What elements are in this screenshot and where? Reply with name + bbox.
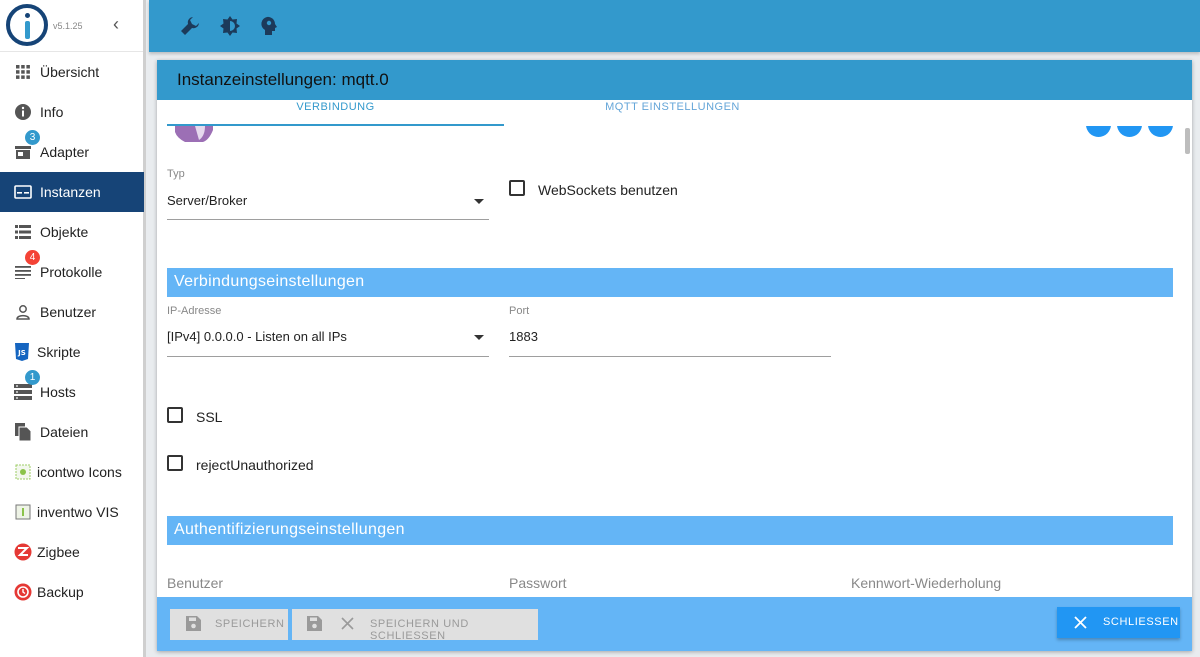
sidebar-item-adapter[interactable]: 3 Adapter: [0, 130, 144, 172]
sidebar-item-label: Info: [40, 104, 64, 120]
ssl-checkbox[interactable]: [167, 407, 183, 423]
dropdown-arrow-icon: [474, 335, 484, 340]
scrollbar-thumb[interactable]: [1185, 128, 1190, 154]
backup-icon: [14, 583, 32, 601]
javascript-icon: JS: [13, 343, 31, 361]
auth-section-header: Authentifizierungseinstellungen: [167, 516, 1173, 545]
sidebar-item-label: Skripte: [37, 344, 81, 360]
dialog-title: Instanzeinstellungen: mqtt.0: [157, 60, 1192, 100]
sidebar-item-label: Hosts: [40, 384, 76, 400]
sidebar-item-label: Backup: [37, 584, 84, 600]
sidebar-item-backup[interactable]: Backup: [0, 572, 144, 612]
close-button[interactable]: SCHLIESSEN: [1057, 607, 1180, 638]
sidebar-item-skripte[interactable]: JS Skripte: [0, 332, 144, 372]
save-icon: [186, 616, 201, 634]
expert-mode-icon[interactable]: [258, 15, 280, 37]
ip-value: [IPv4] 0.0.0.0 - Listen on all IPs: [167, 329, 347, 344]
websockets-label: WebSockets benutzen: [538, 182, 678, 198]
sidebar-item-label: Adapter: [40, 144, 90, 160]
help-button[interactable]: [1086, 126, 1111, 137]
save-icon: [307, 616, 322, 634]
zigbee-icon: [14, 543, 32, 561]
instances-icon: [14, 183, 32, 201]
password-repeat-field-label[interactable]: Kennwort-Wiederholung: [851, 575, 1001, 591]
brightness-icon[interactable]: [219, 15, 241, 37]
sidebar-item-label: Instanzen: [40, 184, 101, 200]
issues-button[interactable]: [1148, 126, 1173, 137]
sidebar-item-label: Dateien: [40, 424, 89, 440]
hosts-badge: 1: [25, 370, 40, 385]
reject-unauthorized-checkbox[interactable]: [167, 455, 183, 471]
sidebar-item-benutzer[interactable]: Benutzer: [0, 292, 144, 332]
sidebar-item-label: Übersicht: [40, 64, 100, 80]
sidebar-item-inventwo[interactable]: inventwo VIS: [0, 492, 144, 532]
typ-label: Typ: [167, 168, 185, 180]
sidebar-item-info[interactable]: Info: [0, 92, 144, 132]
save-button[interactable]: SPEICHERN: [170, 609, 288, 640]
top-toolbar: [149, 0, 1200, 52]
sidebar-item-label: Zigbee: [37, 544, 80, 560]
files-icon: [14, 423, 32, 441]
dialog-scrollbar[interactable]: [1183, 100, 1191, 596]
sidebar-item-label: inventwo VIS: [37, 504, 119, 520]
user-icon: [14, 303, 32, 321]
iobroker-logo[interactable]: [6, 4, 48, 46]
inventwo-icon: [14, 503, 32, 521]
round-buttons: [1086, 126, 1174, 138]
wrench-icon[interactable]: [179, 15, 201, 37]
info-icon: [14, 103, 32, 121]
svg-text:JS: JS: [17, 349, 26, 357]
close-icon: [1074, 616, 1087, 632]
port-input[interactable]: 1883: [509, 321, 831, 357]
dropdown-arrow-icon: [474, 199, 484, 204]
sidebar-item-uebersicht[interactable]: Übersicht: [0, 52, 144, 92]
reject-unauthorized-label: rejectUnauthorized: [196, 457, 314, 473]
adapter-logo: [175, 126, 213, 142]
close-icon: [341, 617, 354, 633]
icontwo-icon: [14, 463, 32, 481]
close-button-label: SCHLIESSEN: [1103, 616, 1179, 628]
tab-mqtt-einstellungen[interactable]: MQTT EINSTELLUNGEN: [504, 100, 841, 126]
tab-verbindung[interactable]: VERBINDUNG: [167, 100, 504, 126]
port-label: Port: [509, 305, 530, 317]
apps-grid-icon: [14, 63, 32, 81]
typ-value: Server/Broker: [167, 193, 248, 208]
sidebar-item-label: Benutzer: [40, 304, 97, 320]
sidebar-item-protokolle[interactable]: 4 Protokolle: [0, 250, 144, 292]
save-and-close-label: SPEICHERN UND SCHLIESSEN: [370, 618, 469, 642]
server-icon: [14, 383, 32, 401]
sidebar-item-objekte[interactable]: Objekte: [0, 212, 144, 252]
typ-select[interactable]: Server/Broker: [167, 185, 489, 220]
readme-button[interactable]: [1117, 126, 1142, 137]
sidebar-item-hosts[interactable]: 1 Hosts: [0, 370, 144, 412]
sidebar-item-instanzen[interactable]: Instanzen: [0, 172, 144, 212]
connection-section-header: Verbindungseinstellungen: [167, 268, 1173, 297]
adapter-badge: 3: [25, 130, 40, 145]
sidebar-item-label: Protokolle: [40, 264, 103, 280]
store-icon: [14, 143, 32, 161]
version-label: v5.1.25: [53, 21, 83, 31]
save-button-label: SPEICHERN: [215, 618, 285, 630]
protokolle-badge: 4: [25, 250, 40, 265]
sidebar-item-zigbee[interactable]: Zigbee: [0, 532, 144, 572]
log-icon: [14, 263, 32, 281]
list-icon: [14, 223, 32, 241]
ssl-label: SSL: [196, 409, 223, 425]
sidebar-item-dateien[interactable]: Dateien: [0, 412, 144, 452]
websockets-checkbox[interactable]: [509, 180, 525, 196]
sidebar: v5.1.25 ‹ Übersicht Info 3 Adapter Insta…: [0, 0, 146, 657]
user-field-label[interactable]: Benutzer: [167, 575, 223, 591]
ip-label: IP-Adresse: [167, 305, 222, 317]
ip-select[interactable]: [IPv4] 0.0.0.0 - Listen on all IPs: [167, 321, 489, 357]
port-value: 1883: [509, 329, 538, 344]
sidebar-item-label: icontwo Icons: [37, 464, 122, 480]
sidebar-item-label: Objekte: [40, 224, 89, 240]
password-field-label[interactable]: Passwort: [509, 575, 567, 591]
chevron-left-icon[interactable]: ‹: [113, 14, 119, 35]
sidebar-header: v5.1.25 ‹: [0, 0, 143, 52]
sidebar-item-icontwo[interactable]: icontwo Icons: [0, 452, 144, 492]
save-and-close-button[interactable]: SPEICHERN UND SCHLIESSEN: [292, 609, 538, 642]
